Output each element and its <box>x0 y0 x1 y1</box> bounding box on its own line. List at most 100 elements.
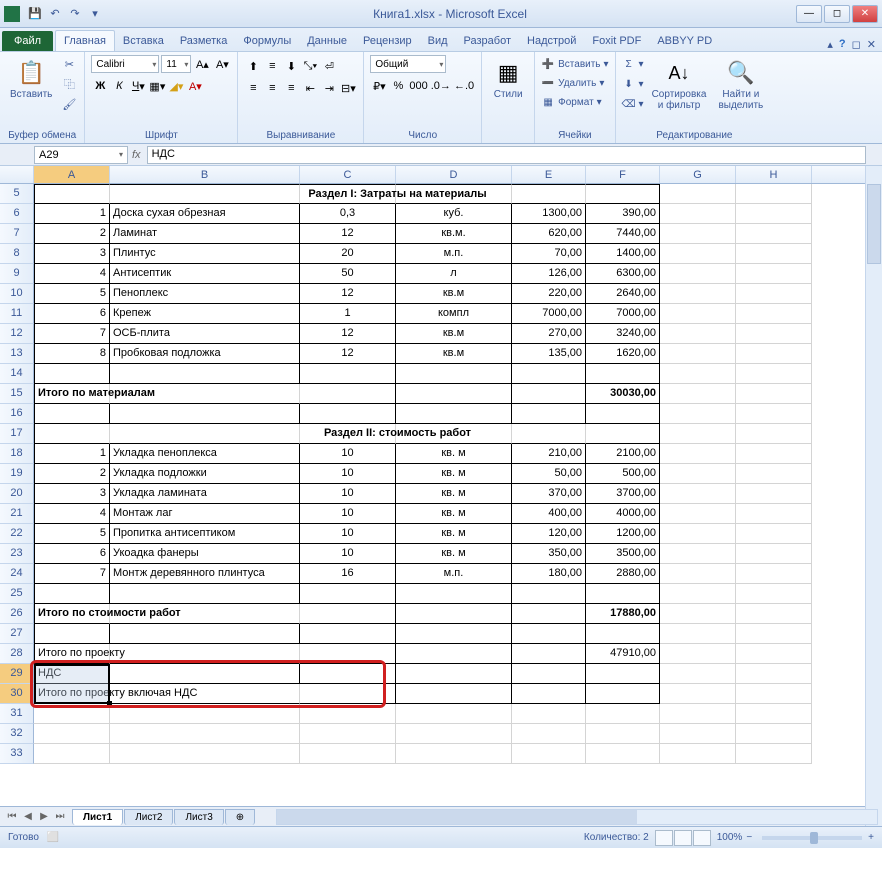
cell[interactable] <box>736 624 812 644</box>
name-box[interactable]: A29 <box>34 146 128 164</box>
zoom-out-button[interactable]: − <box>746 832 752 843</box>
cell[interactable]: Доска сухая обрезная <box>110 204 300 224</box>
cell[interactable] <box>736 544 812 564</box>
cell[interactable] <box>660 224 736 244</box>
cell[interactable] <box>586 404 660 424</box>
cell[interactable]: 120,00 <box>512 524 586 544</box>
cell[interactable] <box>586 184 660 204</box>
cell[interactable] <box>512 604 586 624</box>
font-size-combo[interactable]: 11 <box>161 55 191 73</box>
cell[interactable]: Итого по проекту <box>34 644 110 664</box>
cell[interactable] <box>110 644 300 664</box>
cell[interactable] <box>110 404 300 424</box>
cell[interactable]: 4 <box>34 264 110 284</box>
cell[interactable] <box>396 404 512 424</box>
fill-color-button[interactable]: ◢▾ <box>167 77 185 95</box>
zoom-slider[interactable] <box>762 836 862 840</box>
cell[interactable]: 390,00 <box>586 204 660 224</box>
row-header[interactable]: 29 <box>0 664 34 684</box>
font-color-button[interactable]: A▾ <box>186 77 204 95</box>
cell[interactable] <box>300 404 396 424</box>
cell[interactable]: 2640,00 <box>586 284 660 304</box>
cell[interactable]: 1 <box>34 444 110 464</box>
format-painter-button[interactable]: 🖌 <box>60 95 78 113</box>
cell[interactable] <box>586 584 660 604</box>
cell[interactable]: Итого по проекту включая НДС <box>34 684 110 704</box>
cell[interactable]: 3 <box>34 244 110 264</box>
cell[interactable] <box>736 304 812 324</box>
cell[interactable]: 12 <box>300 284 396 304</box>
accounting-format-button[interactable]: ₽▾ <box>370 77 388 95</box>
cell[interactable] <box>586 684 660 704</box>
cell[interactable]: 3700,00 <box>586 484 660 504</box>
close-button[interactable]: ✕ <box>852 5 878 23</box>
sheet-nav-next[interactable]: ▶ <box>36 809 52 825</box>
cell[interactable]: 0,3 <box>300 204 396 224</box>
cell[interactable]: Ламинат <box>110 224 300 244</box>
col-header-D[interactable]: D <box>396 166 512 183</box>
cell[interactable] <box>512 404 586 424</box>
row-header[interactable]: 21 <box>0 504 34 524</box>
cell[interactable]: 30030,00 <box>586 384 660 404</box>
cell[interactable]: 10 <box>300 504 396 524</box>
horizontal-scrollbar[interactable] <box>276 809 878 825</box>
cell[interactable] <box>660 644 736 664</box>
cell[interactable]: 7 <box>34 324 110 344</box>
cell[interactable]: 135,00 <box>512 344 586 364</box>
row-header[interactable]: 13 <box>0 344 34 364</box>
cell[interactable]: Укладка подложки <box>110 464 300 484</box>
cell[interactable]: ОСБ-плита <box>110 324 300 344</box>
cell[interactable]: 4000,00 <box>586 504 660 524</box>
clear-button[interactable]: ⌫▾ <box>622 95 644 113</box>
view-page-layout-button[interactable] <box>674 830 692 846</box>
help-icon[interactable]: ? <box>839 38 846 51</box>
cell[interactable] <box>736 584 812 604</box>
row-header[interactable]: 12 <box>0 324 34 344</box>
cell[interactable] <box>736 664 812 684</box>
undo-button[interactable]: ↶ <box>46 5 64 23</box>
sort-filter-button[interactable]: A↓ Сортировка и фильтр <box>648 55 711 113</box>
cell[interactable]: 2100,00 <box>586 444 660 464</box>
cell[interactable]: 5 <box>34 524 110 544</box>
sheet-nav-first[interactable]: ⏮ <box>4 809 20 825</box>
cell[interactable] <box>736 404 812 424</box>
cell[interactable]: 7000,00 <box>512 304 586 324</box>
cell[interactable]: 10 <box>300 444 396 464</box>
cell[interactable] <box>660 724 736 744</box>
cell[interactable] <box>736 444 812 464</box>
cell[interactable]: 4 <box>34 504 110 524</box>
cell[interactable]: 70,00 <box>512 244 586 264</box>
decrease-indent-button[interactable]: ⇤ <box>301 79 319 97</box>
new-sheet-button[interactable]: ⊕ <box>225 809 255 825</box>
cell[interactable]: Раздел II: стоимость работ <box>300 424 396 444</box>
cell[interactable]: кв. м <box>396 544 512 564</box>
cell[interactable] <box>736 264 812 284</box>
tab-formulas[interactable]: Формулы <box>235 31 299 51</box>
cell[interactable] <box>586 624 660 644</box>
cell[interactable]: 2 <box>34 224 110 244</box>
cell[interactable]: 3 <box>34 484 110 504</box>
cell[interactable]: 50,00 <box>512 464 586 484</box>
cell[interactable]: кв. м <box>396 464 512 484</box>
cell[interactable] <box>736 684 812 704</box>
tab-view[interactable]: Вид <box>420 31 456 51</box>
cell[interactable] <box>660 264 736 284</box>
cell[interactable] <box>34 704 110 724</box>
col-header-F[interactable]: F <box>586 166 660 183</box>
cell[interactable]: 370,00 <box>512 484 586 504</box>
cell[interactable]: 3500,00 <box>586 544 660 564</box>
cell[interactable]: 8 <box>34 344 110 364</box>
cell[interactable] <box>660 404 736 424</box>
row-header[interactable]: 10 <box>0 284 34 304</box>
cell[interactable] <box>660 584 736 604</box>
cell[interactable]: 10 <box>300 484 396 504</box>
cell[interactable]: Плинтус <box>110 244 300 264</box>
cell[interactable]: м.п. <box>396 564 512 584</box>
cell[interactable] <box>512 644 586 664</box>
minimize-ribbon-icon[interactable]: ▴ <box>827 38 833 51</box>
cell[interactable] <box>660 364 736 384</box>
row-header[interactable]: 33 <box>0 744 34 764</box>
cell[interactable]: 2880,00 <box>586 564 660 584</box>
cell[interactable] <box>736 604 812 624</box>
cell[interactable]: Пропитка антисептиком <box>110 524 300 544</box>
